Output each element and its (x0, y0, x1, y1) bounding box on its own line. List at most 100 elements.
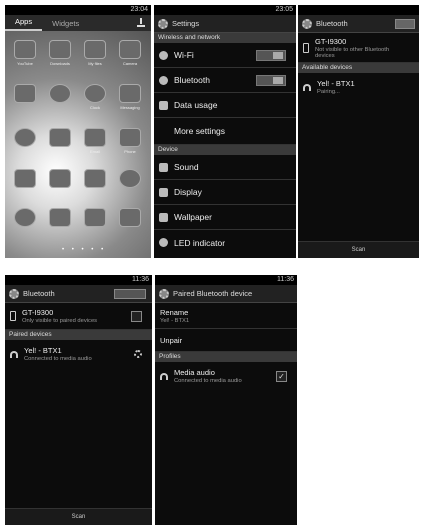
contacts-icon[interactable] (84, 169, 106, 188)
app-icon[interactable] (49, 169, 71, 188)
app-label-camera: Camera (122, 61, 138, 66)
scan-button[interactable]: Scan (298, 241, 419, 258)
status-time: 23:05 (275, 6, 293, 13)
app-label-my-files: My files (88, 61, 102, 66)
own-device[interactable]: GT-I9300 Only visible to paired devices (5, 303, 152, 330)
apps-tab-bar: Apps Widgets (5, 15, 151, 31)
bluetooth-icon (159, 75, 168, 85)
media-audio-row[interactable]: Media audio Connected to media audio ✓ (155, 362, 297, 390)
status-bar (298, 5, 419, 15)
data-usage-icon (159, 100, 168, 110)
phone-icon (10, 311, 16, 321)
app-icon[interactable] (14, 169, 36, 188)
settings-gear-icon[interactable] (159, 288, 169, 299)
settings-gear-icon[interactable] (158, 18, 168, 29)
scan-button[interactable]: Scan (5, 508, 152, 525)
settings-gear-icon[interactable] (9, 288, 19, 299)
page-title: Bluetooth (316, 19, 348, 28)
status-time: 11:36 (277, 276, 294, 283)
bluetooth-paired-screen: 11:36 Bluetooth GT-I9300 Only visible to… (5, 275, 152, 525)
action-bar: Bluetooth (5, 285, 152, 303)
headphones-icon (160, 372, 168, 380)
setting-data-usage[interactable]: Data usage (154, 93, 296, 118)
bluetooth-toggle[interactable] (256, 74, 286, 86)
sound-icon (159, 162, 168, 172)
rename-value: Yel! - BTX1 (160, 317, 190, 324)
facebook-icon[interactable] (49, 208, 71, 227)
setting-label: LED indicator (174, 237, 226, 248)
media-audio-text: Media audio Connected to media audio (174, 368, 242, 384)
unpair-row[interactable]: Unpair (155, 329, 297, 352)
download-icon[interactable] (137, 18, 145, 27)
page-title: Bluetooth (23, 289, 55, 298)
setting-led[interactable]: LED indicator (154, 230, 296, 255)
setting-sound[interactable]: Sound (154, 155, 296, 180)
setting-display[interactable]: Display (154, 180, 296, 205)
messaging-icon[interactable] (119, 84, 141, 103)
device-settings-gear-icon[interactable] (134, 350, 142, 358)
page-title: Paired Bluetooth device (173, 289, 253, 298)
bluetooth-switch[interactable] (114, 288, 146, 299)
app-icon[interactable] (84, 208, 106, 227)
status-time: 23:04 (130, 6, 148, 13)
downloads-icon[interactable] (49, 40, 71, 59)
status-time: 11:36 (132, 276, 149, 283)
setting-label: Wi-Fi (174, 50, 194, 60)
settings-app-icon[interactable] (14, 128, 36, 147)
clock-icon[interactable] (84, 84, 106, 103)
paired-device[interactable]: Yel! - BTX1 Connected to media audio (5, 340, 152, 368)
settings-gear-icon[interactable] (302, 18, 312, 29)
app-icon[interactable] (119, 208, 141, 227)
wifi-icon (159, 50, 168, 60)
setting-more[interactable]: More settings (154, 118, 296, 145)
email-icon[interactable] (84, 128, 106, 147)
tab-widgets[interactable]: Widgets (42, 19, 89, 28)
page-indicator: • • • • • (62, 247, 107, 253)
setting-label: Bluetooth (174, 75, 210, 85)
app-label-phone: Phone (124, 149, 136, 154)
available-device[interactable]: Yel! - BTX1 Pairing... (298, 73, 419, 101)
phone-icon (303, 42, 309, 53)
app-label-downloads: Downloads (50, 61, 70, 66)
section-available: Available devices (298, 63, 419, 73)
status-bar: 11:36 (155, 275, 297, 285)
device-name: Yel! - BTX1 (24, 346, 62, 355)
setting-label: More settings (174, 126, 226, 136)
visibility-status: Only visible to paired devices (22, 318, 98, 324)
app-grid: YouTube Downloads My files Camera Clock … (5, 31, 151, 258)
setting-wallpaper[interactable]: Wallpaper (154, 205, 296, 230)
app-icon[interactable] (119, 169, 141, 188)
visibility-checkbox[interactable] (131, 310, 142, 322)
setting-bluetooth[interactable]: Bluetooth (154, 68, 296, 93)
headphones-icon (10, 350, 18, 358)
setting-label: Data usage (174, 100, 218, 110)
app-icon[interactable] (49, 128, 71, 147)
status-bar: 23:04 (5, 5, 151, 15)
page-title: Settings (172, 19, 200, 28)
app-icon[interactable] (14, 84, 36, 103)
headphones-icon (303, 83, 311, 91)
connection-status: Connected to media audio (24, 356, 92, 362)
section-device: Device (154, 145, 296, 155)
youtube-icon[interactable] (14, 40, 36, 59)
rename-text: Rename Yel! - BTX1 (160, 308, 189, 324)
app-label-email: Email (89, 149, 100, 154)
paired-device-text: Yel! - BTX1 Connected to media audio (24, 346, 92, 362)
my-files-icon[interactable] (84, 40, 106, 59)
rename-row[interactable]: Rename Yel! - BTX1 (155, 303, 297, 329)
bluetooth-switch[interactable] (395, 18, 415, 29)
app-icon[interactable] (49, 84, 71, 103)
setting-wifi[interactable]: Wi-Fi (154, 43, 296, 68)
phone-app-icon[interactable] (119, 128, 141, 147)
own-device[interactable]: GT-I9300 Not visible to other Bluetooth … (298, 33, 419, 63)
camera-icon[interactable] (119, 40, 141, 59)
status-bar: 23:05 (154, 5, 296, 15)
device-name: Yel! - BTX1 (317, 79, 355, 88)
media-audio-checkbox[interactable]: ✓ (276, 370, 287, 382)
display-icon (159, 187, 168, 197)
chat-app-icon[interactable] (14, 208, 36, 227)
app-label-messaging: Messaging (120, 105, 140, 110)
wifi-toggle[interactable] (256, 49, 286, 61)
tab-apps[interactable]: Apps (5, 15, 43, 31)
section-wireless: Wireless and network (154, 33, 296, 43)
